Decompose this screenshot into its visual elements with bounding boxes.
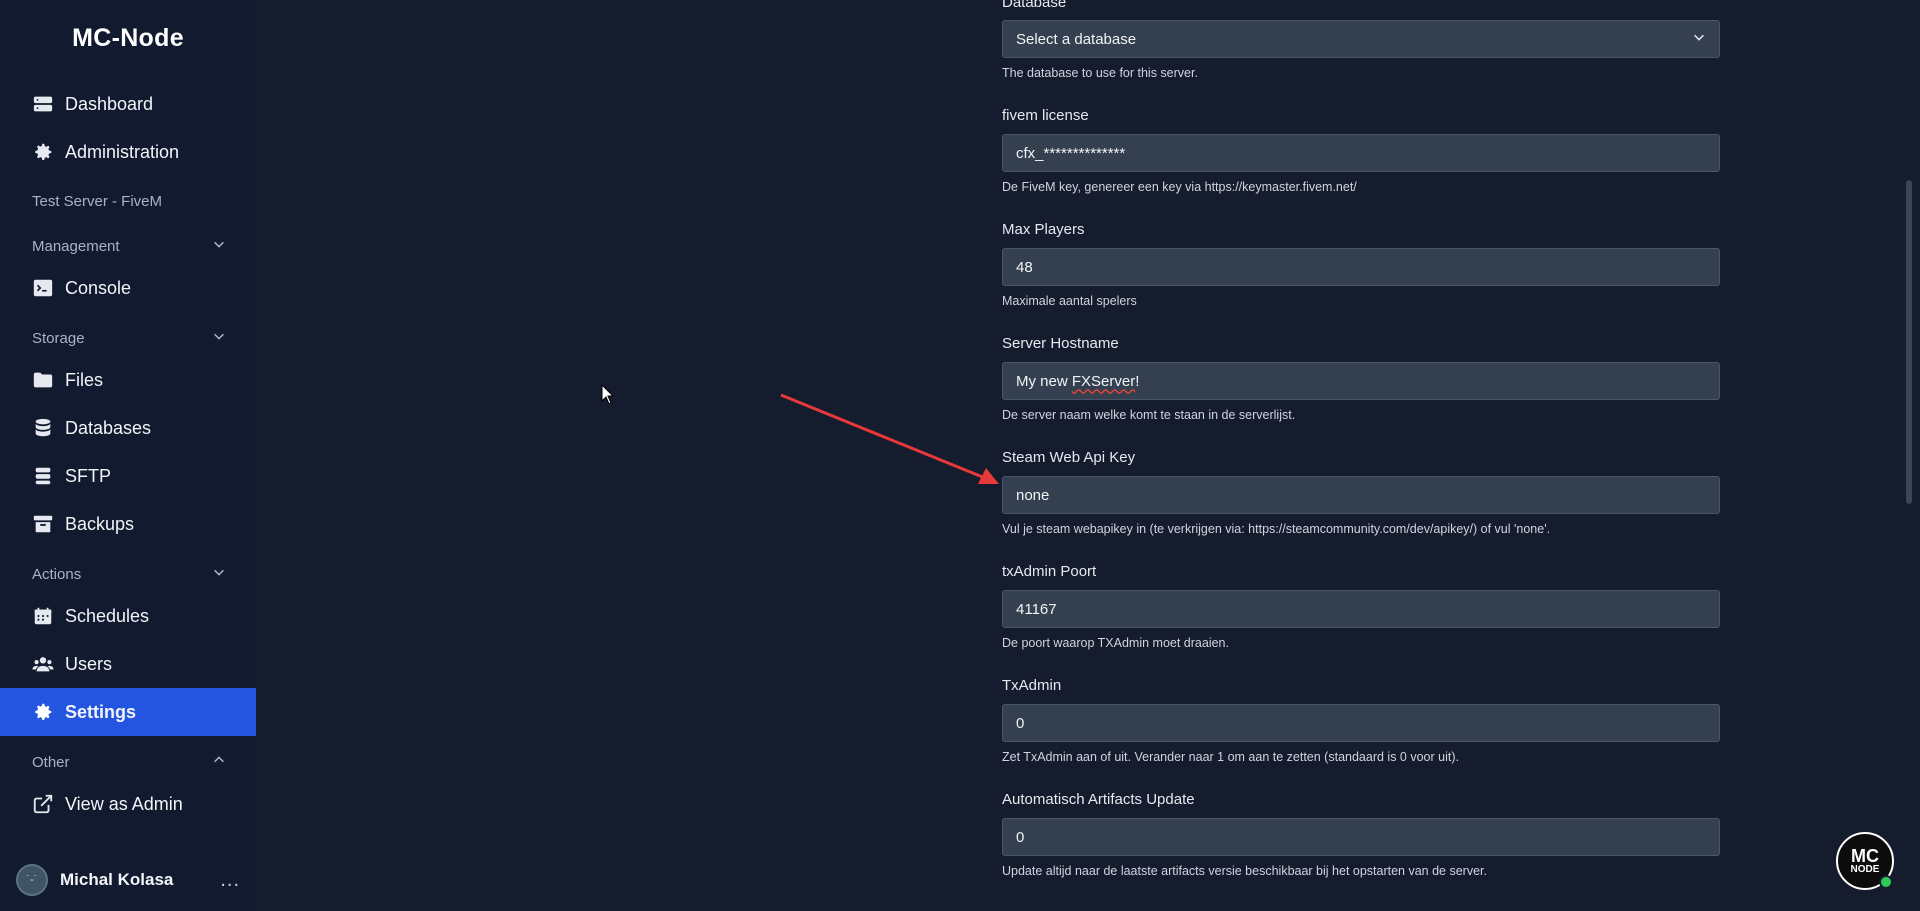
chevron-down-icon [212, 565, 226, 583]
sidebar-item-label: Users [65, 653, 113, 674]
sidebar-item-label: Console [65, 277, 132, 298]
avatar: ˙-˙ [16, 864, 48, 896]
txadmin-port-label: txAdmin Poort [1002, 563, 1097, 580]
max-players-value: 48 [1016, 258, 1033, 276]
sidebar-item-label: Settings [65, 701, 137, 722]
database-label: Database [1002, 0, 1067, 11]
database-select-value: Select a database [1016, 30, 1137, 48]
server-hostname-value-prefix: My new [1016, 372, 1072, 390]
auto-artifacts-input[interactable]: 0 [1002, 818, 1720, 856]
sidebar-item-label: Files [65, 369, 104, 390]
server-hostname-value: My new FXServer! [1016, 373, 1139, 390]
sidebar-item-dashboard[interactable]: Dashboard [0, 80, 256, 128]
section-label: Management [32, 237, 120, 255]
txadmin-port-input[interactable]: 41167 [1002, 590, 1720, 628]
sidebar-item-databases[interactable]: Databases [0, 404, 256, 452]
scrollbar[interactable] [1906, 180, 1912, 504]
chevron-down-icon [212, 237, 226, 255]
server-hostname-hint: De server naam welke komt te staan in de… [1002, 408, 1296, 422]
gear-icon [32, 701, 54, 723]
sidebar-item-label: Databases [65, 417, 152, 438]
fivem-license-value: cfx_************** [1016, 144, 1126, 162]
max-players-label: Max Players [1002, 221, 1085, 238]
section-storage[interactable]: Storage [32, 329, 226, 347]
txadmin-value: 0 [1016, 714, 1025, 732]
external-link-icon [32, 793, 54, 815]
section-label: Other [32, 753, 70, 771]
spellcheck-underline: FXServer [1071, 372, 1136, 390]
mouse-cursor-icon [601, 384, 615, 405]
steam-api-key-value: none [1016, 486, 1050, 504]
sidebar-item-settings[interactable]: Settings [0, 688, 256, 736]
database-icon [32, 417, 54, 439]
chevron-down-icon [212, 329, 226, 347]
mc-node-logo-badge[interactable]: MC NODE [1836, 832, 1894, 890]
folder-icon [32, 369, 54, 391]
sidebar-item-sftp[interactable]: SFTP [0, 452, 256, 500]
badge-line2: NODE [1850, 863, 1880, 875]
gear-icon [32, 141, 54, 163]
sidebar-item-label: View as Admin [65, 793, 183, 814]
max-players-input[interactable]: 48 [1002, 248, 1720, 286]
server-hostname-input[interactable]: My new FXServer! [1002, 362, 1720, 400]
database-select[interactable]: Select a database [1002, 20, 1720, 58]
section-other[interactable]: Other [32, 753, 226, 771]
server-hostname-label: Server Hostname [1002, 335, 1119, 352]
sidebar-item-label: SFTP [65, 465, 112, 486]
users-icon [32, 653, 54, 675]
section-management[interactable]: Management [32, 237, 226, 255]
section-actions[interactable]: Actions [32, 565, 226, 583]
server-stack-icon [32, 93, 54, 115]
txadmin-hint: Zet TxAdmin aan of uit. Verander naar 1 … [1002, 750, 1459, 764]
sidebar-item-label: Dashboard [65, 93, 154, 114]
server-hostname-value-suffix: ! [1135, 372, 1140, 390]
section-label: Actions [32, 565, 82, 583]
fivem-license-label: fivem license [1002, 107, 1089, 124]
sidebar-item-label: Administration [65, 141, 180, 162]
sidebar-item-backups[interactable]: Backups [0, 500, 256, 548]
sidebar-item-administration[interactable]: Administration [0, 128, 256, 176]
terminal-icon [32, 277, 54, 299]
txadmin-port-hint: De poort waarop TXAdmin moet draaien. [1002, 636, 1229, 650]
archive-icon [32, 513, 54, 535]
sidebar-item-schedules[interactable]: Schedules [0, 592, 256, 640]
server-name: Test Server - FiveM [32, 193, 163, 210]
sidebar-item-view-as-admin[interactable]: View as Admin [0, 780, 256, 828]
section-label: Storage [32, 329, 85, 347]
database-hint: The database to use for this server. [1002, 66, 1198, 80]
steam-api-key-label: Steam Web Api Key [1002, 449, 1136, 466]
more-options-icon[interactable]: ... [220, 869, 240, 892]
sidebar-item-console[interactable]: Console [0, 264, 256, 312]
brand-title[interactable]: MC-Node [0, 24, 256, 53]
steam-api-key-hint: Vul je steam webapikey in (te verkrijgen… [1002, 522, 1551, 536]
auto-artifacts-hint: Update altijd naar de laatste artifacts … [1002, 864, 1487, 878]
sidebar-item-label: Backups [65, 513, 135, 534]
max-players-hint: Maximale aantal spelers [1002, 294, 1137, 308]
sidebar-item-files[interactable]: Files [0, 356, 256, 404]
badge-line1: MC [1851, 845, 1879, 866]
chevron-up-icon [212, 753, 226, 771]
txadmin-port-value: 41167 [1016, 600, 1057, 618]
fivem-license-hint: De FiveM key, genereer een key via https… [1002, 180, 1357, 194]
calendar-icon [32, 605, 54, 627]
user-name: Michal Kolasa [60, 870, 174, 889]
chevron-down-icon [1692, 30, 1706, 48]
fivem-license-input[interactable]: cfx_************** [1002, 134, 1720, 172]
sidebar-item-label: Schedules [65, 605, 150, 626]
user-profile[interactable]: ˙-˙ Michal Kolasa ... [16, 862, 240, 898]
steam-api-key-input[interactable]: none [1002, 476, 1720, 514]
auto-artifacts-label: Automatisch Artifacts Update [1002, 791, 1195, 808]
sidebar: MC-Node Dashboard Administration Test Se… [0, 0, 256, 911]
auto-artifacts-value: 0 [1016, 828, 1025, 846]
online-status-dot [1879, 875, 1893, 889]
sidebar-item-users[interactable]: Users [0, 640, 256, 688]
txadmin-input[interactable]: 0 [1002, 704, 1720, 742]
database-stack-icon [32, 465, 54, 487]
txadmin-label: TxAdmin [1002, 677, 1062, 694]
